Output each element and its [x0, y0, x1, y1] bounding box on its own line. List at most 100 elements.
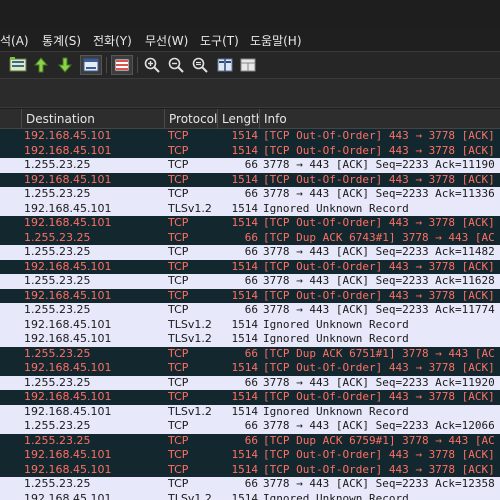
cell-dst: 1.255.23.25 [24, 303, 91, 316]
cell-proto: TCP [168, 172, 189, 186]
cell-proto: TCP [168, 303, 189, 316]
column-header-spacer[interactable] [0, 109, 22, 129]
cell-proto: TCP [168, 448, 189, 461]
cell-dst: 192.168.45.101 [24, 216, 112, 229]
table-row[interactable]: 1.255.23.25 TCP 66 3778 → 443 [ACK] Seq=223… [0, 158, 500, 173]
table-row[interactable]: 1.255.23.25 TCP 66 [TCP Dup ACK 6759#1] 377… [0, 433, 500, 448]
cell-dst: 1.255.23.25 [24, 433, 91, 447]
cell-len: 1514 [231, 361, 259, 374]
table-row[interactable]: 1.255.23.25 TCP 66 3778 → 443 [ACK] Seq=223… [0, 245, 500, 260]
cell-dst: 1.255.23.25 [24, 375, 91, 389]
cell-dst: 1.255.23.25 [24, 245, 91, 258]
cell-info: [TCP Out-Of-Order] 443 → 3778 [ACK] [263, 448, 495, 461]
packet-list-header: Destination Protocol Length Info [0, 109, 500, 129]
toolbar-separator [106, 57, 107, 73]
table-row[interactable]: 192.168.45.101 TLSv1.2 1514 Ignored Unknown… [0, 332, 500, 347]
table-row[interactable]: 192.168.45.101 TCP 1514 [TCP Out-Of-Order] … [0, 288, 500, 303]
cell-info: [TCP Dup ACK 6743#1] 3778 → 443 [AC [263, 230, 495, 244]
cell-proto: TCP [168, 462, 189, 476]
menu-analyze[interactable]: 석(A) [0, 32, 29, 49]
menu-help[interactable]: 도움말(H) [250, 32, 302, 49]
table-row[interactable]: 1.255.23.25 TCP 66 3778 → 443 [ACK] Seq=223… [0, 375, 500, 390]
cell-len: 66 [244, 187, 258, 200]
menu-statistics[interactable]: 통계(S) [42, 32, 81, 49]
packet-list-icon[interactable] [8, 55, 28, 75]
column-header-info[interactable]: Info [260, 109, 500, 129]
cell-dst: 192.168.45.101 [24, 390, 112, 403]
table-row[interactable]: 192.168.45.101 TCP 1514 [TCP Out-Of-Order] … [0, 448, 500, 463]
table-row[interactable]: 192.168.45.101 TLSv1.2 1514 Ignored Unknown… [0, 404, 500, 419]
cell-info: Ignored Unknown Record [263, 332, 409, 345]
cell-dst: 1.255.23.25 [24, 187, 91, 200]
packet-list[interactable]: 192.168.45.101 TCP 1514 [TCP Out-Of-Order] … [0, 129, 500, 500]
toolbar-separator [137, 57, 138, 73]
cell-len: 1514 [231, 201, 259, 215]
column-header-destination[interactable]: Destination [22, 109, 165, 129]
cell-info: Ignored Unknown Record [263, 491, 409, 500]
cell-dst: 192.168.45.101 [24, 317, 112, 331]
table-row[interactable]: 192.168.45.101 TLSv1.2 1514 Ignored Unknown… [0, 201, 500, 216]
cell-info: 3778 → 443 [ACK] Seq=2233 Ack=11190 [263, 158, 495, 171]
layout-icon[interactable] [238, 55, 258, 75]
cell-len: 1514 [231, 172, 259, 186]
cell-proto: TCP [168, 129, 189, 142]
cell-proto: TCP [168, 361, 189, 374]
menu-telephony[interactable]: 전화(Y) [93, 32, 132, 49]
cell-info: 3778 → 443 [ACK] Seq=2233 Ack=11774 [263, 303, 495, 316]
menu-wireless[interactable]: 무선(W) [145, 32, 188, 49]
cell-len: 66 [244, 419, 258, 432]
table-row[interactable]: 192.168.45.101 TCP 1514 [TCP Out-Of-Order] … [0, 462, 500, 477]
table-row[interactable]: 1.255.23.25 TCP 66 3778 → 443 [ACK] Seq=223… [0, 274, 500, 289]
zoom-reset-icon[interactable] [190, 55, 210, 75]
cell-len: 66 [244, 346, 258, 360]
table-row[interactable]: 192.168.45.101 TCP 1514 [TCP Out-Of-Order] … [0, 172, 500, 187]
cell-info: [TCP Out-Of-Order] 443 → 3778 [ACK] [263, 288, 495, 302]
main-toolbar [0, 52, 500, 78]
cell-proto: TCP [168, 419, 189, 432]
cell-info: Ignored Unknown Record [263, 317, 409, 331]
go-up-icon[interactable] [31, 55, 51, 75]
table-row[interactable]: 192.168.45.101 TLSv1.2 1514 Ignored Unknown… [0, 317, 500, 332]
cell-len: 66 [244, 230, 258, 244]
resize-columns-icon[interactable] [215, 55, 235, 75]
colorize-icon[interactable] [111, 55, 133, 75]
cell-dst: 1.255.23.25 [24, 419, 91, 432]
cell-len: 66 [244, 274, 258, 287]
menu-tools[interactable]: 도구(T) [200, 32, 239, 49]
table-row[interactable]: 192.168.45.101 TCP 1514 [TCP Out-Of-Order] … [0, 129, 500, 144]
zoom-in-icon[interactable] [142, 55, 162, 75]
column-header-length[interactable]: Length [218, 109, 260, 129]
cell-info: [TCP Out-Of-Order] 443 → 3778 [ACK] [263, 129, 495, 142]
table-row[interactable]: 192.168.45.101 TCP 1514 [TCP Out-Of-Order] … [0, 259, 500, 274]
column-header-protocol[interactable]: Protocol [165, 109, 218, 129]
table-row[interactable]: 192.168.45.101 TCP 1514 [TCP Out-Of-Order] … [0, 143, 500, 158]
table-row[interactable]: 1.255.23.25 TCP 66 3778 → 443 [ACK] Seq=223… [0, 419, 500, 434]
cell-proto: TLSv1.2 [168, 491, 212, 500]
cell-dst: 192.168.45.101 [24, 259, 112, 273]
cell-proto: TCP [168, 274, 189, 287]
table-row[interactable]: 1.255.23.25 TCP 66 [TCP Dup ACK 6743#1] 377… [0, 230, 500, 245]
table-row[interactable]: 192.168.45.101 TLSv1.2 1514 Ignored Unknown… [0, 491, 500, 500]
table-row[interactable]: 192.168.45.101 TCP 1514 [TCP Out-Of-Order] … [0, 390, 500, 405]
cell-len: 1514 [231, 462, 259, 476]
display-filter-bar[interactable] [0, 78, 500, 108]
table-row[interactable]: 192.168.45.101 TCP 1514 [TCP Out-Of-Order] … [0, 361, 500, 376]
cell-len: 1514 [231, 390, 259, 403]
cell-proto: TCP [168, 375, 189, 389]
zoom-out-icon[interactable] [166, 55, 186, 75]
table-row[interactable]: 192.168.45.101 TCP 1514 [TCP Out-Of-Order] … [0, 216, 500, 231]
cell-len: 1514 [231, 288, 259, 302]
table-row[interactable]: 1.255.23.25 TCP 66 3778 → 443 [ACK] Seq=223… [0, 477, 500, 492]
cell-info: [TCP Out-Of-Order] 443 → 3778 [ACK] [263, 216, 495, 229]
table-row[interactable]: 1.255.23.25 TCP 66 3778 → 443 [ACK] Seq=223… [0, 187, 500, 202]
cell-proto: TCP [168, 158, 189, 171]
go-down-icon[interactable] [55, 55, 75, 75]
autoscroll-icon[interactable] [80, 55, 102, 75]
table-row[interactable]: 1.255.23.25 TCP 66 3778 → 443 [ACK] Seq=223… [0, 303, 500, 318]
cell-dst: 192.168.45.101 [24, 288, 112, 302]
table-row[interactable]: 1.255.23.25 TCP 66 [TCP Dup ACK 6751#1] 377… [0, 346, 500, 361]
cell-proto: TCP [168, 259, 189, 273]
cell-dst: 192.168.45.101 [24, 143, 112, 157]
cell-dst: 1.255.23.25 [24, 230, 91, 244]
cell-dst: 192.168.45.101 [24, 332, 112, 345]
